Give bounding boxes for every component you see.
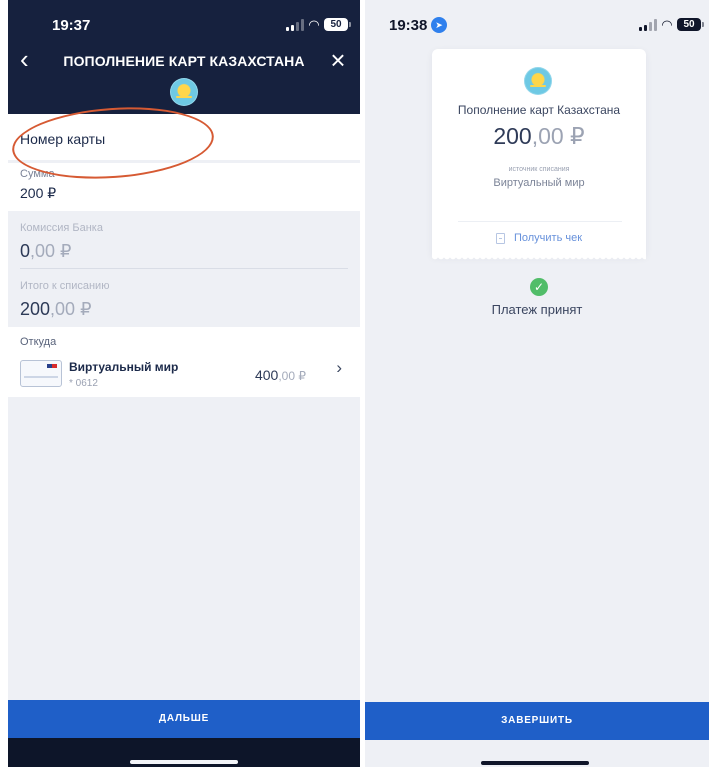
- kazakhstan-flag-icon: [524, 67, 552, 95]
- bank-card-icon: [20, 360, 62, 387]
- source-balance: 400,00 ₽: [255, 367, 306, 383]
- get-receipt-label: Получить чек: [513, 232, 583, 244]
- source-balance-main: 400: [254, 367, 279, 383]
- status-icons: ◠ 50: [286, 17, 351, 32]
- page-title: ПОПОЛНЕНИЕ КАРТ КАЗАХСТАНА: [63, 53, 305, 69]
- total-value-main: 200: [20, 299, 51, 319]
- get-receipt-link[interactable]: Получить чек: [432, 232, 646, 244]
- card-stripe: [24, 376, 58, 378]
- source-card-name: Виртуальный мир: [69, 360, 179, 374]
- total-label: Итого к списанию: [20, 280, 110, 292]
- fee-value-main: 0: [20, 241, 31, 261]
- payment-system-logo: [47, 364, 57, 368]
- card-number-field[interactable]: Номер карты: [8, 114, 360, 160]
- next-button[interactable]: ДАЛЬШЕ: [8, 700, 360, 738]
- left-phone-screen: 19:37 ◠ 50 ‹ ПОПОЛНЕНИЕ КАРТ КАЗАХСТАНА …: [8, 0, 360, 767]
- wifi-icon: ◠: [662, 17, 672, 32]
- card-number-placeholder: Номер карты: [20, 131, 106, 147]
- receipt-amount-decimal: ,00 ₽: [531, 123, 585, 149]
- fee-label: Комиссия Банка: [20, 222, 103, 234]
- receipt-title: Пополнение карт Казахстана: [457, 103, 621, 117]
- wifi-icon: ◠: [309, 17, 319, 32]
- amount-value[interactable]: 200 ₽: [20, 185, 56, 202]
- status-bar: 19:38 ➤ ◠ 50: [365, 14, 709, 38]
- right-phone-screen: 19:38 ➤ ◠ 50 Пополнение карт Казахстана …: [365, 0, 709, 767]
- receipt-divider: [458, 221, 622, 222]
- status-time: 19:38: [389, 17, 428, 34]
- battery-icon: 50: [677, 18, 704, 31]
- source-selector[interactable]: Откуда Виртуальный мир * 0612 400,00 ₽ ›: [8, 327, 360, 397]
- home-indicator[interactable]: [481, 761, 589, 765]
- fee-value: 0,00 ₽: [20, 241, 72, 262]
- chevron-right-icon[interactable]: ›: [336, 358, 342, 378]
- finish-button[interactable]: ЗАВЕРШИТЬ: [365, 702, 709, 740]
- amount-label: Сумма: [20, 168, 55, 180]
- battery-level: 50: [683, 19, 695, 30]
- status-bar: 19:37 ◠ 50: [8, 14, 360, 38]
- location-arrow-icon: ➤: [431, 17, 447, 33]
- receipt-source-caption: источник списания: [508, 166, 570, 173]
- fee-divider: [20, 268, 348, 269]
- status-icons: ◠ 50: [639, 17, 704, 32]
- battery-icon: 50: [324, 18, 351, 31]
- status-time: 19:37: [52, 17, 91, 34]
- payment-receipt: Пополнение карт Казахстана 200,00 ₽ исто…: [432, 49, 646, 262]
- back-button[interactable]: ‹: [20, 46, 44, 74]
- total-value-decimal: ,00 ₽: [50, 299, 92, 319]
- signal-icon: [639, 18, 657, 31]
- source-card-number: * 0612: [69, 378, 98, 389]
- kazakhstan-flag-icon: [170, 78, 198, 106]
- home-indicator[interactable]: [130, 760, 238, 764]
- battery-level: 50: [330, 19, 342, 30]
- close-button[interactable]: ×: [326, 47, 350, 74]
- fee-value-decimal: ,00 ₽: [30, 241, 72, 261]
- document-icon: [495, 232, 505, 244]
- source-balance-decimal: ,00 ₽: [278, 369, 306, 383]
- total-value: 200,00 ₽: [20, 299, 92, 320]
- amount-field[interactable]: Сумма 200 ₽: [8, 163, 360, 211]
- checkmark-icon: ✓: [530, 278, 548, 296]
- receipt-amount: 200,00 ₽: [432, 123, 646, 150]
- source-label: Откуда: [20, 336, 57, 348]
- payment-status: Платеж принят: [491, 302, 583, 317]
- receipt-amount-main: 200: [493, 123, 532, 149]
- page-header: 19:37 ◠ 50 ‹ ПОПОЛНЕНИЕ КАРТ КАЗАХСТАНА …: [8, 0, 360, 114]
- receipt-source-name: Виртуальный мир: [493, 177, 585, 189]
- signal-icon: [286, 18, 304, 31]
